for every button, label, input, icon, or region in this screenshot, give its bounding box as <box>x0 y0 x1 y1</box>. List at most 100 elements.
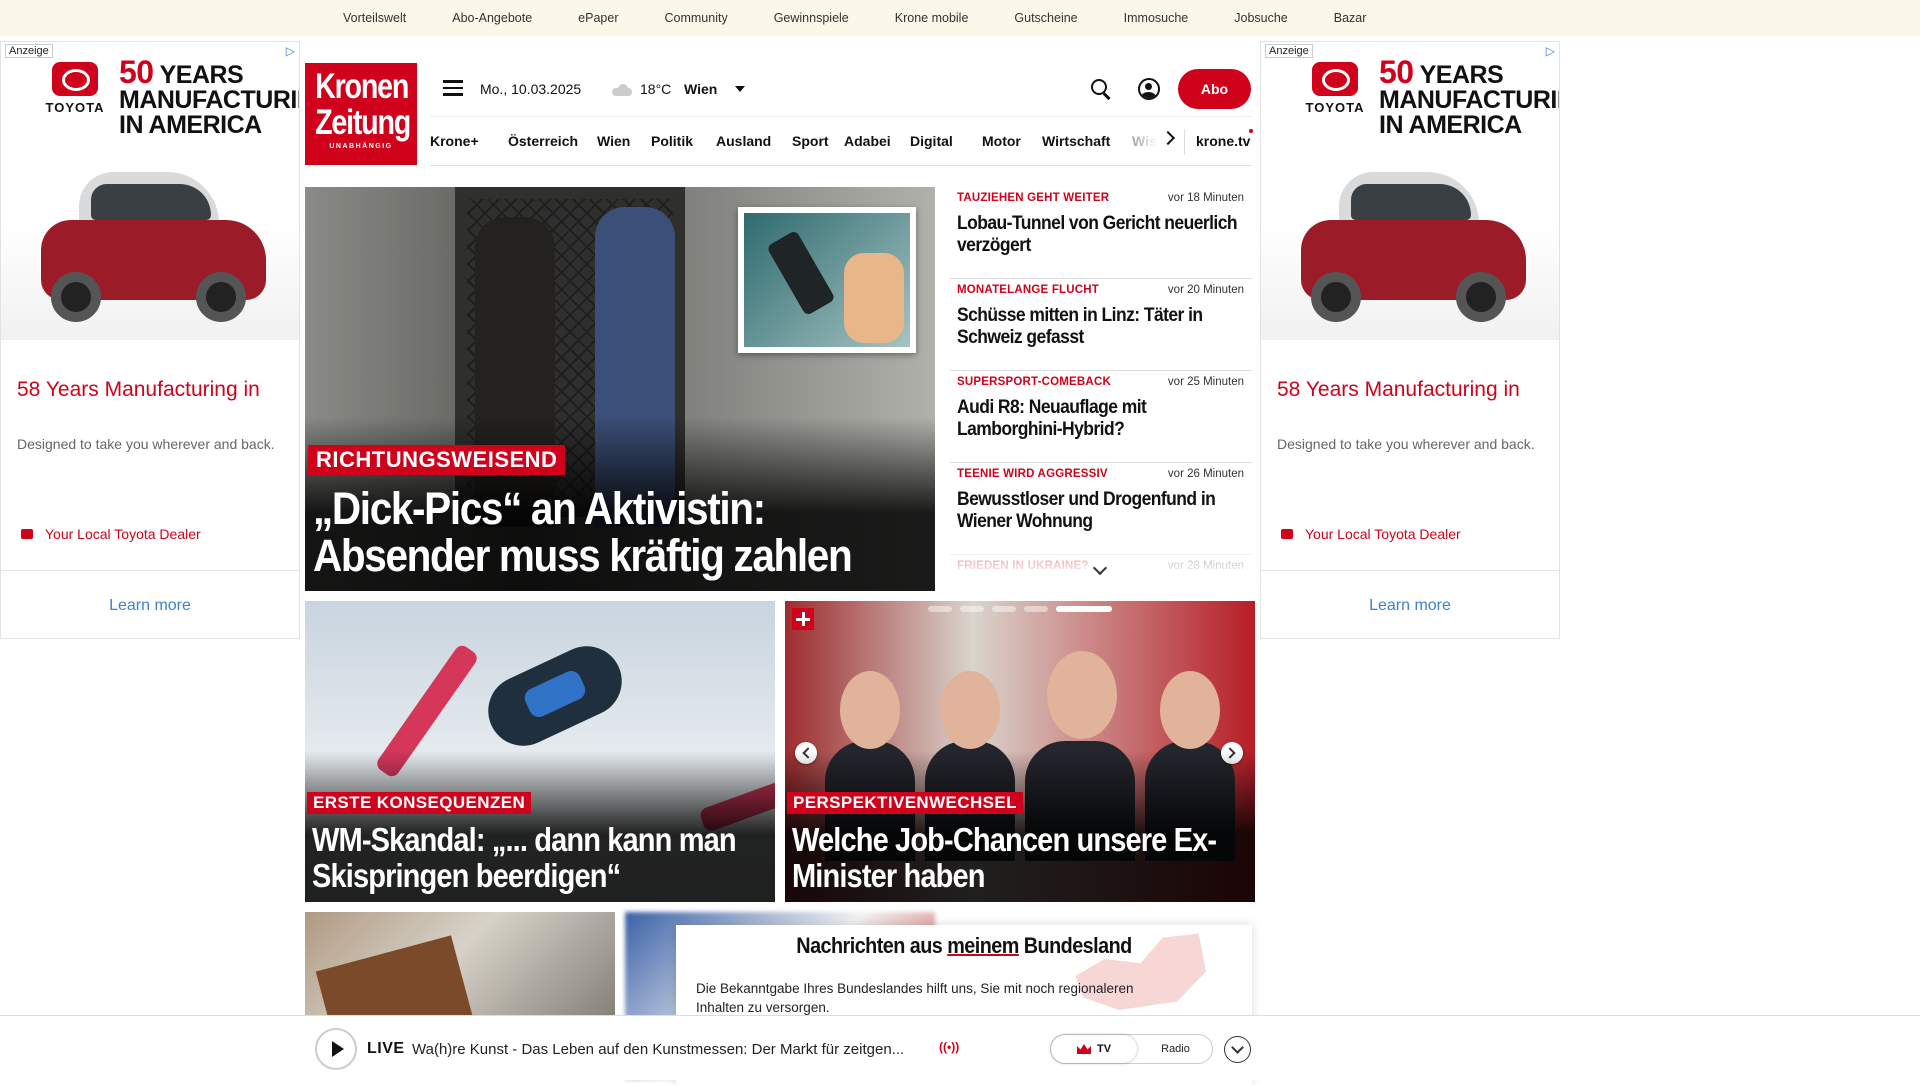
feed-time: vor 18 Minuten <box>1167 192 1244 204</box>
nav-item[interactable]: Krone+ <box>430 133 479 149</box>
ad-title[interactable]: 58 Years Manufacturing in <box>1277 378 1520 402</box>
topbar-link[interactable]: Immosuche <box>1124 11 1189 25</box>
nav-item[interactable]: Wien <box>597 133 630 149</box>
ad-description: Designed to take you wherever and back. <box>1277 436 1535 452</box>
nav-item[interactable]: Sport <box>792 133 829 149</box>
ad-choices-icon[interactable]: ▷ <box>1546 44 1555 58</box>
feed-title[interactable]: Bewusstloser und Drogenfund in Wiener Wo… <box>957 489 1251 533</box>
crown-icon <box>1076 1044 1091 1054</box>
dealer-icon <box>1281 529 1293 539</box>
city-select[interactable]: Wien <box>684 81 717 97</box>
ad-left[interactable]: Anzeige ▷ TOYOTA 50 YEARS MANUFACTURING … <box>0 41 300 639</box>
cloud-icon <box>610 84 632 96</box>
feed-item[interactable]: MONATELANGE FLUCHT vor 20 Minuten Schüsse … <box>950 279 1252 371</box>
ad-title[interactable]: 58 Years Manufacturing in <box>17 378 260 402</box>
divider <box>1261 570 1559 571</box>
topbar-link[interactable]: Vorteilswelt <box>343 11 406 25</box>
ad-headline: 50 YEARS MANUFACTURING IN AMERICA <box>1379 54 1559 139</box>
feed-item[interactable]: SUPERSPORT-COMEBACK vor 25 Minuten Audi R8… <box>950 371 1252 463</box>
card-title[interactable]: WM-Skandal: „... dann kann man Skispring… <box>312 822 770 894</box>
card-kicker: ERSTE KONSEQUENZEN <box>307 792 532 814</box>
tv-toggle-option[interactable]: TV <box>1051 1035 1137 1063</box>
ad-image[interactable]: TOYOTA 50 YEARS MANUFACTURING IN AMERICA <box>1261 42 1559 340</box>
krone-plus-icon <box>792 608 814 630</box>
ad-right[interactable]: Anzeige ▷ TOYOTA 50 YEARS MANUFACTURING … <box>1260 41 1560 639</box>
nav-item[interactable]: Österreich <box>508 133 578 149</box>
main-nav: WissWirtschaftMotorDigitalAdabeiSportAus… <box>430 116 1253 166</box>
ad-dealer-link[interactable]: Your Local Toyota Dealer <box>21 526 201 542</box>
ad-tag: Anzeige <box>1265 44 1313 58</box>
search-icon[interactable] <box>1091 79 1111 99</box>
news-feed: TAUZIEHEN GEHT WEITER vor 18 Minuten Lobau… <box>950 187 1252 575</box>
toyota-emblem-icon <box>52 62 98 96</box>
current-date: Mo., 10.03.2025 <box>480 81 582 97</box>
tv-radio-toggle[interactable]: TV Radio <box>1050 1034 1213 1064</box>
article-card[interactable]: ERSTE KONSEQUENZEN WM-Skandal: „... dann… <box>305 601 775 902</box>
feed-title[interactable]: Lobau-Tunnel von Gericht neuerlich verzö… <box>957 213 1251 257</box>
feed-title[interactable]: Audi R8: Neuauflage mit Lamborghini-Hybr… <box>957 397 1251 441</box>
nav-item-krone-tv[interactable]: krone.tv <box>1196 133 1250 149</box>
carousel-dot[interactable] <box>992 606 1016 612</box>
car-image <box>1291 142 1531 332</box>
hamburger-menu-icon[interactable] <box>443 80 463 96</box>
topbar-link[interactable]: Community <box>664 11 727 25</box>
feed-time: vor 25 Minuten <box>1167 376 1244 388</box>
ad-image[interactable]: TOYOTA 50 YEARS MANUFACTURING IN AMERICA <box>1 42 299 340</box>
hero-title[interactable]: „Dick-Pics“ an Aktivistin: Absender muss… <box>313 485 925 579</box>
toyota-wordmark: TOYOTA <box>45 100 105 115</box>
carousel-dot-active[interactable] <box>1056 606 1112 612</box>
top-bar: Vorteilswelt Abo-Angebote ePaper Community G… <box>0 0 1920 36</box>
toyota-emblem-icon <box>1312 62 1358 96</box>
toyota-wordmark: TOYOTA <box>1305 100 1365 115</box>
bundesland-text: Die Bekanntgabe Ihres Bundeslandes hilft… <box>696 981 1134 1015</box>
carousel-dot[interactable] <box>1024 606 1048 612</box>
live-player-bar: LIVE Wa(h)re Kunst - Das Leben auf den K… <box>0 1015 1920 1080</box>
expand-player-button[interactable] <box>1224 1036 1251 1063</box>
radio-toggle-option[interactable]: Radio <box>1137 1035 1214 1063</box>
nav-item[interactable]: Adabei <box>844 133 891 149</box>
learn-more-button[interactable]: Learn more <box>1 597 299 615</box>
topbar-link[interactable]: Bazar <box>1334 11 1367 25</box>
ad-dealer-link[interactable]: Your Local Toyota Dealer <box>1281 526 1461 542</box>
live-program-title[interactable]: Wa(h)re Kunst - Das Leben auf den Kunstm… <box>412 1041 904 1058</box>
nav-item[interactable]: Wirtschaft <box>1042 133 1110 149</box>
divider <box>1184 129 1185 155</box>
caret-down-icon[interactable] <box>735 86 745 92</box>
feed-kicker: TAUZIEHEN GEHT WEITER <box>957 192 1110 204</box>
nav-item[interactable]: Digital <box>910 133 953 149</box>
ad-description: Designed to take you wherever and back. <box>17 436 275 452</box>
nav-item[interactable]: Ausland <box>716 133 771 149</box>
topbar-link[interactable]: Abo-Angebote <box>452 11 532 25</box>
topbar-link[interactable]: ePaper <box>578 11 618 25</box>
ad-choices-icon[interactable]: ▷ <box>286 44 295 58</box>
kronen-zeitung-logo[interactable]: Kronen Zeitung UNABHÄNGIG <box>305 63 417 165</box>
topbar-link[interactable]: Gutscheine <box>1014 11 1077 25</box>
abo-button[interactable]: Abo <box>1178 69 1251 109</box>
ad-tag: Anzeige <box>5 44 53 58</box>
live-dot <box>1249 129 1253 133</box>
topbar-link[interactable]: Krone mobile <box>895 11 969 25</box>
hero-kicker: RICHTUNGSWEISEND <box>308 445 566 475</box>
feed-title[interactable]: Schüsse mitten in Linz: Täter in Schweiz… <box>957 305 1251 349</box>
learn-more-button[interactable]: Learn more <box>1261 597 1559 615</box>
nav-item[interactable]: Politik <box>651 133 693 149</box>
feed-time: vor 26 Minuten <box>1167 468 1244 480</box>
card-kicker: PERSPEKTIVENWECHSEL <box>787 792 1023 814</box>
car-image <box>31 142 271 332</box>
nav-item[interactable]: Motor <box>982 133 1021 149</box>
feed-kicker: TEENIE WIRD AGGRESSIV <box>957 468 1108 480</box>
topbar-link[interactable]: Jobsuche <box>1234 11 1288 25</box>
hero-article[interactable]: RICHTUNGSWEISEND „Dick-Pics“ an Aktivist… <box>305 187 935 591</box>
dealer-icon <box>21 529 33 539</box>
play-button[interactable] <box>315 1028 357 1070</box>
temperature: 18°C <box>640 81 672 97</box>
card-title[interactable]: Welche Job-Chancen unsere Ex-Minister ha… <box>792 822 1250 894</box>
topbar-link[interactable]: Gewinnspiele <box>774 11 849 25</box>
carousel-dot[interactable] <box>960 606 984 612</box>
carousel-dots[interactable] <box>928 606 1112 612</box>
carousel-dot[interactable] <box>928 606 952 612</box>
bundesland-title: Nachrichten aus meinem Bundesland <box>796 933 1132 958</box>
feed-item[interactable]: TAUZIEHEN GEHT WEITER vor 18 Minuten Lobau… <box>950 187 1252 279</box>
user-account-icon[interactable] <box>1138 78 1160 100</box>
article-card[interactable]: PERSPEKTIVENWECHSEL Welche Job-Chancen u… <box>785 601 1255 902</box>
